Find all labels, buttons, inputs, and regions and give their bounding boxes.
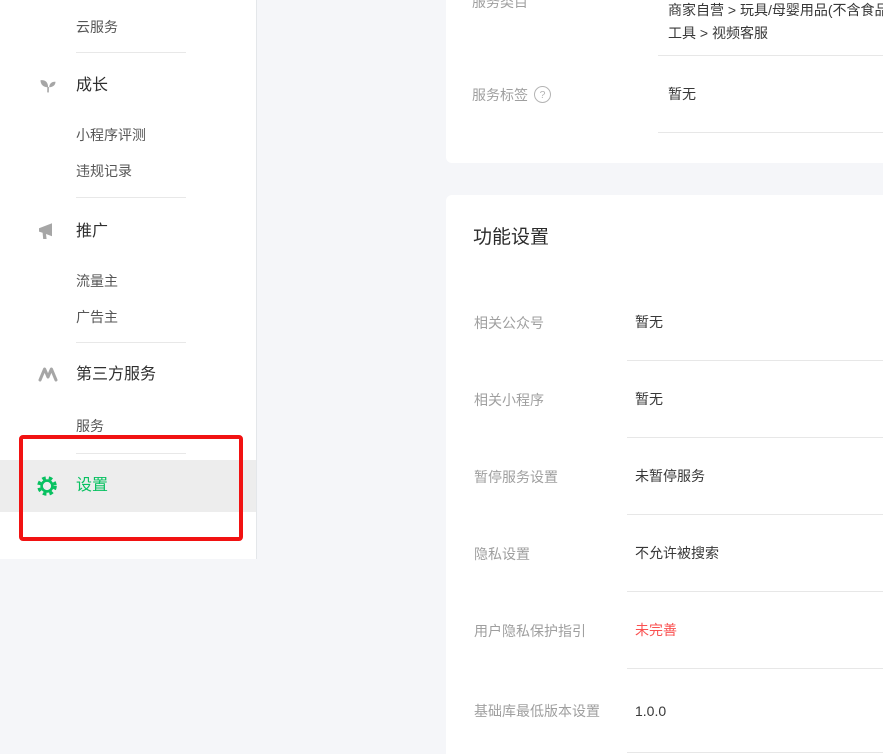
help-question-icon[interactable]: ? bbox=[534, 86, 551, 103]
service-category-label: 服务类目 bbox=[472, 0, 658, 12]
pause-service-label: 暂停服务设置 bbox=[446, 438, 627, 515]
base-library-version-label: 基础库最低版本设置 bbox=[446, 669, 627, 753]
table-row: 用户隐私保护指引 未完善 bbox=[446, 592, 883, 669]
sidebar-divider bbox=[76, 52, 186, 53]
table-row: 暂停服务设置 未暂停服务 bbox=[446, 438, 883, 515]
service-category-value: 商家自营 > 玩具/母婴用品(不含食品) 工具 > 视频客服 bbox=[658, 0, 883, 56]
function-settings-card: 功能设置 相关公众号 暂无 相关小程序 暂无 暂停服务设置 未暂停服务 隐私设置… bbox=[446, 195, 883, 754]
service-tag-value: 暂无 bbox=[658, 56, 883, 133]
sidebar-divider bbox=[76, 453, 186, 454]
table-row: 基础库最低版本设置 1.0.0 bbox=[446, 669, 883, 753]
sidebar-section-third-party[interactable]: 第三方服务 bbox=[76, 363, 156, 387]
sidebar-section-growth[interactable]: 成长 bbox=[76, 74, 108, 98]
sidebar-item-advertiser[interactable]: 广告主 bbox=[76, 306, 118, 328]
sidebar-divider bbox=[76, 342, 186, 343]
service-category-line-1: 商家自营 > 玩具/母婴用品(不含食品) bbox=[668, 0, 883, 22]
service-category-row: 服务类目 商家自营 > 玩具/母婴用品(不含食品) 工具 > 视频客服 bbox=[446, 0, 883, 56]
service-category-line-2: 工具 > 视频客服 bbox=[668, 22, 883, 45]
function-settings-title: 功能设置 bbox=[473, 223, 549, 253]
service-tag-label: 服务标签 bbox=[472, 85, 528, 105]
third-party-icon bbox=[37, 364, 59, 386]
service-info-card: 服务类目 商家自营 > 玩具/母婴用品(不含食品) 工具 > 视频客服 服务标签… bbox=[446, 0, 883, 163]
service-tag-row: 服务标签 ? 暂无 bbox=[446, 56, 883, 133]
sidebar-item-cloud-service[interactable]: 云服务 bbox=[76, 16, 118, 38]
sidebar-divider bbox=[76, 197, 186, 198]
related-official-account-label: 相关公众号 bbox=[446, 284, 627, 361]
table-row: 相关公众号 暂无 bbox=[446, 284, 883, 361]
service-tag-label-cell: 服务标签 ? bbox=[446, 56, 658, 133]
table-row: 相关小程序 暂无 bbox=[446, 361, 883, 438]
table-row: 隐私设置 不允许被搜索 bbox=[446, 515, 883, 592]
sidebar: 云服务 成长 小程序评测 违规记录 推广 流量主 广告主 bbox=[0, 0, 257, 559]
gear-icon bbox=[36, 475, 58, 497]
sprout-icon bbox=[37, 75, 59, 97]
privacy-setting-value: 不允许被搜索 bbox=[627, 515, 883, 592]
privacy-setting-label: 隐私设置 bbox=[446, 515, 627, 592]
sidebar-item-miniprogram-review[interactable]: 小程序评测 bbox=[76, 124, 146, 146]
user-privacy-guide-label: 用户隐私保护指引 bbox=[446, 592, 627, 669]
page: 云服务 成长 小程序评测 违规记录 推广 流量主 广告主 bbox=[0, 0, 883, 754]
related-official-account-value: 暂无 bbox=[627, 284, 883, 361]
user-privacy-guide-value: 未完善 bbox=[627, 592, 883, 669]
sidebar-item-service[interactable]: 服务 bbox=[76, 415, 104, 437]
sidebar-item-traffic-owner[interactable]: 流量主 bbox=[76, 270, 118, 292]
base-library-version-value: 1.0.0 bbox=[627, 669, 883, 753]
sidebar-item-settings-label[interactable]: 设置 bbox=[76, 474, 108, 498]
sidebar-section-promotion[interactable]: 推广 bbox=[76, 220, 108, 244]
megaphone-icon bbox=[37, 221, 59, 243]
function-settings-rows: 相关公众号 暂无 相关小程序 暂无 暂停服务设置 未暂停服务 隐私设置 不允许被… bbox=[446, 284, 883, 753]
sidebar-item-violation-record[interactable]: 违规记录 bbox=[76, 160, 132, 182]
service-category-label-cell: 服务类目 bbox=[446, 0, 658, 56]
pause-service-value: 未暂停服务 bbox=[627, 438, 883, 515]
related-miniprogram-label: 相关小程序 bbox=[446, 361, 627, 438]
related-miniprogram-value: 暂无 bbox=[627, 361, 883, 438]
